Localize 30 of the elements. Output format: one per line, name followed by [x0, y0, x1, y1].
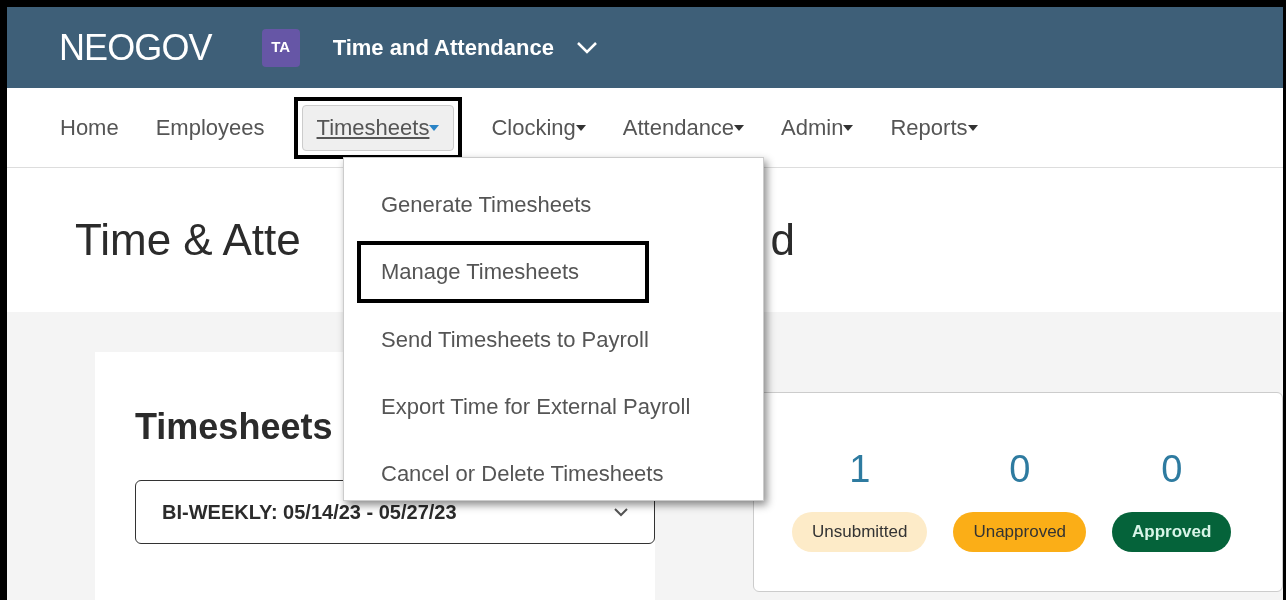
nav-tab[interactable]: Attendance — [622, 104, 745, 151]
section-title: Timesheets — [135, 405, 333, 449]
logo: NEOGOV — [59, 25, 212, 70]
status-count: 0 — [1009, 446, 1031, 492]
page-title: Time & Atte — [75, 214, 301, 266]
app-switcher[interactable]: Time and Attendance — [332, 31, 598, 64]
menu-item[interactable]: Send Timesheets to Payroll — [344, 312, 763, 366]
status-badge: Approved — [1112, 511, 1232, 552]
caret-icon — [575, 124, 586, 131]
nav-tab[interactable]: Reports — [890, 104, 978, 151]
nav-tab[interactable]: Clocking — [491, 104, 586, 151]
nav-tab[interactable]: Home — [60, 104, 119, 151]
status-badge: Unapproved — [953, 511, 1087, 552]
status-count: 1 — [849, 446, 871, 492]
page-title: d — [770, 214, 795, 266]
app-badge: TA — [261, 28, 300, 67]
menu-item[interactable]: Generate Timesheets — [344, 178, 763, 232]
caret-icon — [967, 124, 978, 131]
nav-tab[interactable]: Admin — [781, 104, 854, 151]
nav-tab[interactable]: Employees — [155, 104, 265, 151]
status-count: 0 — [1161, 446, 1183, 492]
caret-icon — [429, 124, 440, 131]
status-badge: Unsubmitted — [792, 511, 928, 552]
menu-item[interactable]: Manage Timesheets — [357, 241, 649, 303]
caret-icon — [734, 124, 745, 131]
caret-icon — [843, 124, 854, 131]
menu-item[interactable]: Export Time for External Payroll — [344, 379, 763, 433]
chevron-down-icon — [614, 507, 628, 517]
chevron-down-icon — [575, 40, 598, 55]
nav-tab[interactable]: Timesheets — [301, 104, 455, 151]
